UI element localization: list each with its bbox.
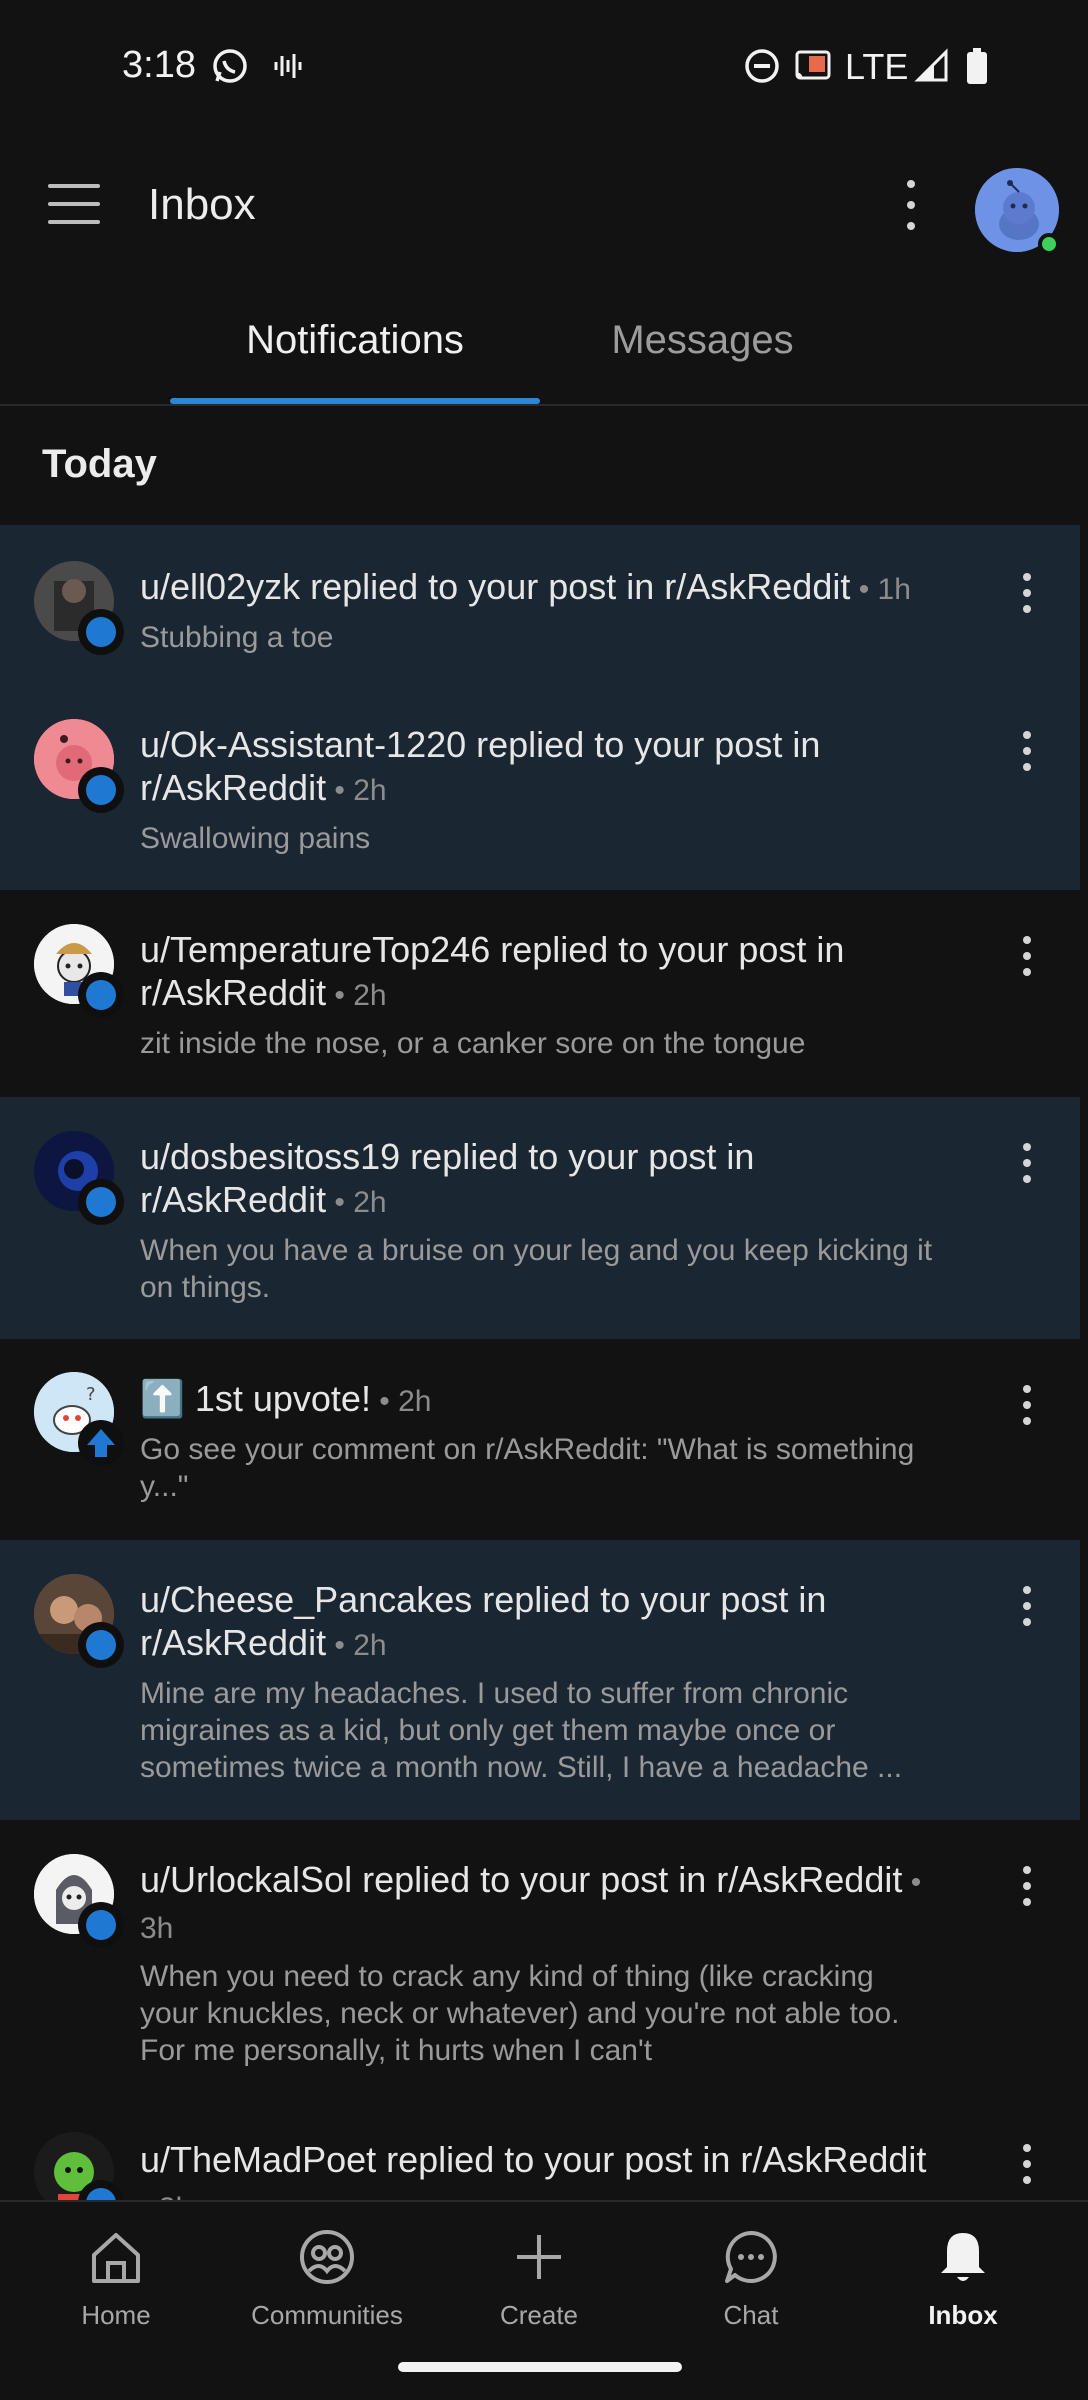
section-heading-today: Today <box>42 442 157 486</box>
communities-icon <box>294 2224 360 2290</box>
nav-label: Chat <box>723 2300 779 2330</box>
bell-icon <box>930 2224 996 2290</box>
notification-time: • 1h <box>850 573 911 606</box>
nav-label: Home <box>81 2300 151 2330</box>
notification-snippet: Swallowing pains <box>140 822 371 855</box>
notification-more-button[interactable] <box>1017 936 1037 976</box>
tab-messages[interactable]: Messages <box>560 318 845 363</box>
notification-time: • 2h <box>370 1385 432 1418</box>
network-type: LTE <box>845 46 909 87</box>
home-icon <box>83 2224 149 2290</box>
notification-time: • 2h <box>326 1186 387 1219</box>
notification-title: u/TemperatureTop246 replied to your post… <box>140 929 845 1013</box>
notification-time: • 2h <box>326 774 387 807</box>
svg-text:?: ? <box>86 1384 96 1405</box>
nav-chat[interactable]: Chat <box>666 2224 836 2331</box>
notification-title: u/Cheese_Pancakes replied to your post i… <box>140 1579 827 1663</box>
reply-badge-icon <box>78 1902 124 1948</box>
gesture-bar[interactable] <box>398 2362 682 2372</box>
nav-label: Inbox <box>928 2300 998 2330</box>
list-item[interactable]: u/ell02yzk replied to your post in r/Ask… <box>0 525 1080 685</box>
notification-list: u/ell02yzk replied to your post in r/Ask… <box>0 525 1080 2260</box>
notification-snippet: Go see your comment on r/AskReddit: "Wha… <box>140 1433 915 1503</box>
reply-badge-icon <box>78 972 124 1018</box>
notification-title: u/dosbesitoss19 replied to your post in … <box>140 1136 755 1220</box>
signal-icon <box>912 46 952 86</box>
hamburger-menu-icon[interactable] <box>48 184 100 224</box>
status-bar: 3:18 LTE <box>0 0 1088 135</box>
nav-create[interactable]: Create <box>454 2224 624 2331</box>
notification-title: u/UrlockalSol replied to your post in r/… <box>140 1859 903 1900</box>
notification-snippet: Mine are my headaches. I used to suffer … <box>140 1677 903 1784</box>
list-item[interactable]: u/dosbesitoss19 replied to your post in … <box>0 1097 1080 1339</box>
notification-more-button[interactable] <box>1017 1586 1037 1626</box>
list-item[interactable]: u/Ok-Assistant-1220 replied to your post… <box>0 685 1080 890</box>
inbox-tabs: Notifications Messages <box>0 300 1088 406</box>
bottom-navigation: Home Communities Create Chat Inbox <box>0 2200 1088 2400</box>
notification-more-button[interactable] <box>1017 573 1037 613</box>
notification-more-button[interactable] <box>1017 1385 1037 1425</box>
nav-label: Create <box>499 2300 579 2330</box>
upvote-badge-icon <box>78 1420 124 1466</box>
notification-more-button[interactable] <box>1017 1143 1037 1183</box>
plus-icon <box>506 2224 572 2290</box>
nav-inbox[interactable]: Inbox <box>878 2224 1048 2331</box>
app-bar: Inbox <box>0 150 1088 270</box>
notification-more-button[interactable] <box>1017 2144 1037 2184</box>
reply-badge-icon <box>78 1622 124 1668</box>
notification-snippet: zit inside the nose, or a canker sore on… <box>140 1027 806 1060</box>
tab-notifications[interactable]: Notifications <box>170 318 540 363</box>
whatsapp-icon <box>208 46 252 86</box>
list-item[interactable]: ? ⬆️ 1st upvote! • 2h Go see your commen… <box>0 1339 1080 1540</box>
notification-title: ⬆️ 1st upvote! <box>140 1378 371 1419</box>
notification-snippet: Stubbing a toe <box>140 621 334 654</box>
page-title: Inbox <box>148 180 256 229</box>
notification-time: • 2h <box>326 1629 387 1662</box>
more-options-button[interactable] <box>895 180 927 230</box>
battery-icon <box>962 46 992 86</box>
active-tab-indicator <box>170 398 540 404</box>
online-status-indicator <box>1038 233 1060 255</box>
notification-title: u/Ok-Assistant-1220 replied to your post… <box>140 724 821 808</box>
do-not-disturb-icon <box>742 46 782 86</box>
notification-time: • 2h <box>326 979 387 1012</box>
list-item[interactable]: u/Cheese_Pancakes replied to your post i… <box>0 1540 1080 1820</box>
status-time: 3:18 <box>122 44 196 86</box>
cast-icon <box>792 46 834 86</box>
reply-badge-icon <box>78 1179 124 1225</box>
list-item[interactable]: u/UrlockalSol replied to your post in r/… <box>0 1820 1080 2100</box>
notification-more-button[interactable] <box>1017 1866 1037 1906</box>
notification-more-button[interactable] <box>1017 731 1037 771</box>
chat-icon <box>718 2224 784 2290</box>
notification-snippet: When you need to crack any kind of thing… <box>140 1960 900 2067</box>
nav-label: Communities <box>251 2300 403 2330</box>
nav-communities[interactable]: Communities <box>242 2224 412 2331</box>
voice-waveform-icon <box>270 46 306 86</box>
notification-snippet: When you have a bruise on your leg and y… <box>140 1234 933 1304</box>
reply-badge-icon <box>78 609 124 655</box>
reply-badge-icon <box>78 767 124 813</box>
notification-title: u/TheMadPoet replied to your post in r/A… <box>140 2139 927 2180</box>
list-item[interactable]: u/TemperatureTop246 replied to your post… <box>0 890 1080 1097</box>
notification-title: u/ell02yzk replied to your post in r/Ask… <box>140 566 851 607</box>
nav-home[interactable]: Home <box>31 2224 201 2331</box>
